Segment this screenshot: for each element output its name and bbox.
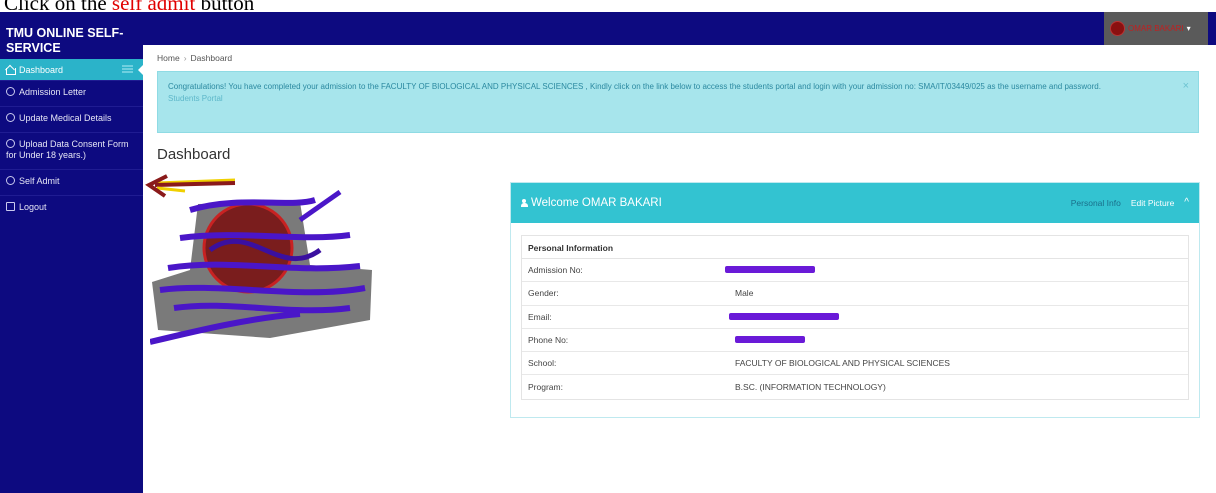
panel-header: Welcome OMAR BAKARI Personal Info Edit P…	[511, 183, 1199, 223]
menu-toggle-icon[interactable]	[122, 65, 133, 73]
table-title: Personal Information	[522, 236, 1188, 259]
redaction-mark	[729, 312, 839, 320]
screenshot-stage: Click on the self admit button OMAR BAKA…	[0, 0, 1216, 493]
alert-message: Congratulations! You have completed your…	[168, 82, 1101, 91]
edit-picture-link[interactable]: Edit Picture	[1131, 198, 1174, 208]
breadcrumb-current: Dashboard	[190, 53, 233, 63]
personal-info-table: Personal Information Admission No: Gende…	[521, 235, 1189, 400]
user-avatar	[1110, 21, 1125, 36]
row-key: Admission No:	[528, 265, 583, 276]
sidebar-item-logout[interactable]: Logout	[0, 195, 143, 221]
sidebar-menu: Dashboard Admission Letter Update Medica…	[0, 59, 144, 221]
row-value: B.SC. (INFORMATION TECHNOLOGY)	[735, 382, 886, 393]
row-key: Email:	[528, 311, 552, 322]
row-value: Male	[735, 288, 754, 299]
sidebar-item-admission-letter[interactable]: Admission Letter	[0, 80, 143, 106]
table-row: Phone No:	[522, 329, 1188, 353]
sidebar-item-label: Logout	[19, 202, 47, 212]
sidebar-item-dashboard[interactable]: Dashboard	[0, 59, 144, 80]
row-value: FACULTY OF BIOLOGICAL AND PHYSICAL SCIEN…	[735, 358, 950, 369]
sidebar-item-update-medical-details[interactable]: Update Medical Details	[0, 106, 143, 132]
redaction-mark	[735, 336, 805, 344]
row-key: Phone No:	[528, 335, 569, 346]
sidebar-item-self-admit[interactable]: Self Admit	[0, 169, 143, 195]
user-circle-icon	[6, 176, 15, 185]
row-key: Program:	[528, 382, 563, 393]
row-key: Gender:	[528, 288, 559, 299]
redacted-profile-photo	[150, 190, 372, 345]
breadcrumb: Home › Dashboard	[157, 53, 232, 63]
sidebar-item-label: Dashboard	[19, 65, 64, 75]
table-row: Gender: Male	[522, 282, 1188, 306]
home-icon	[6, 65, 16, 75]
logout-icon	[6, 202, 15, 211]
sidebar-item-label: Self Admit	[19, 176, 60, 186]
sidebar-item-label-line1: Upload Data Consent Form	[19, 139, 129, 149]
students-portal-link[interactable]: Students Portal	[168, 93, 1188, 105]
sidebar-item-label: Admission Letter	[19, 87, 87, 97]
user-circle-icon	[6, 87, 15, 96]
user-circle-icon	[6, 139, 15, 148]
user-icon	[521, 199, 528, 207]
row-value	[725, 265, 815, 275]
redaction-mark	[725, 266, 815, 274]
user-name: OMAR BAKARI	[1128, 24, 1184, 33]
sidebar-item-label: Update Medical Details	[19, 113, 112, 123]
welcome-panel: Welcome OMAR BAKARI Personal Info Edit P…	[510, 182, 1200, 418]
close-icon[interactable]: ×	[1183, 80, 1189, 92]
sidebar-item-upload-consent-form[interactable]: Upload Data Consent Form for Under 18 ye…	[0, 132, 143, 169]
page-title: Dashboard	[157, 146, 231, 163]
admission-alert: Congratulations! You have completed your…	[157, 71, 1199, 133]
table-row: Program: B.SC. (INFORMATION TECHNOLOGY)	[522, 375, 1188, 398]
sidebar-item-label-line2: for Under 18 years.)	[6, 150, 87, 160]
active-indicator	[138, 64, 144, 76]
user-circle-icon	[6, 113, 15, 122]
row-value	[729, 312, 839, 322]
table-row: Email:	[522, 306, 1188, 329]
breadcrumb-home[interactable]: Home	[157, 53, 180, 63]
user-menu[interactable]: OMAR BAKARI ▾	[1104, 12, 1208, 45]
brand-title: TMU ONLINE SELF-SERVICE	[6, 26, 124, 55]
breadcrumb-separator: ›	[183, 53, 187, 63]
panel-actions: Personal Info Edit Picture ^	[1071, 197, 1189, 208]
table-row: Admission No:	[522, 259, 1188, 283]
top-navbar: OMAR BAKARI ▾	[0, 12, 1216, 45]
sidebar: TMU ONLINE SELF-SERVICE Dashboard Admiss…	[0, 12, 144, 493]
welcome-title: Welcome OMAR BAKARI	[531, 197, 662, 209]
personal-info-link[interactable]: Personal Info	[1071, 198, 1121, 208]
row-key: School:	[528, 358, 557, 369]
collapse-icon[interactable]: ^	[1184, 197, 1189, 208]
row-value	[730, 335, 805, 345]
sidebar-item-label: Upload Data Consent Form for Under 18 ye…	[6, 139, 129, 161]
chevron-down-icon: ▾	[1186, 24, 1191, 33]
table-row: School: FACULTY OF BIOLOGICAL AND PHYSIC…	[522, 352, 1188, 376]
